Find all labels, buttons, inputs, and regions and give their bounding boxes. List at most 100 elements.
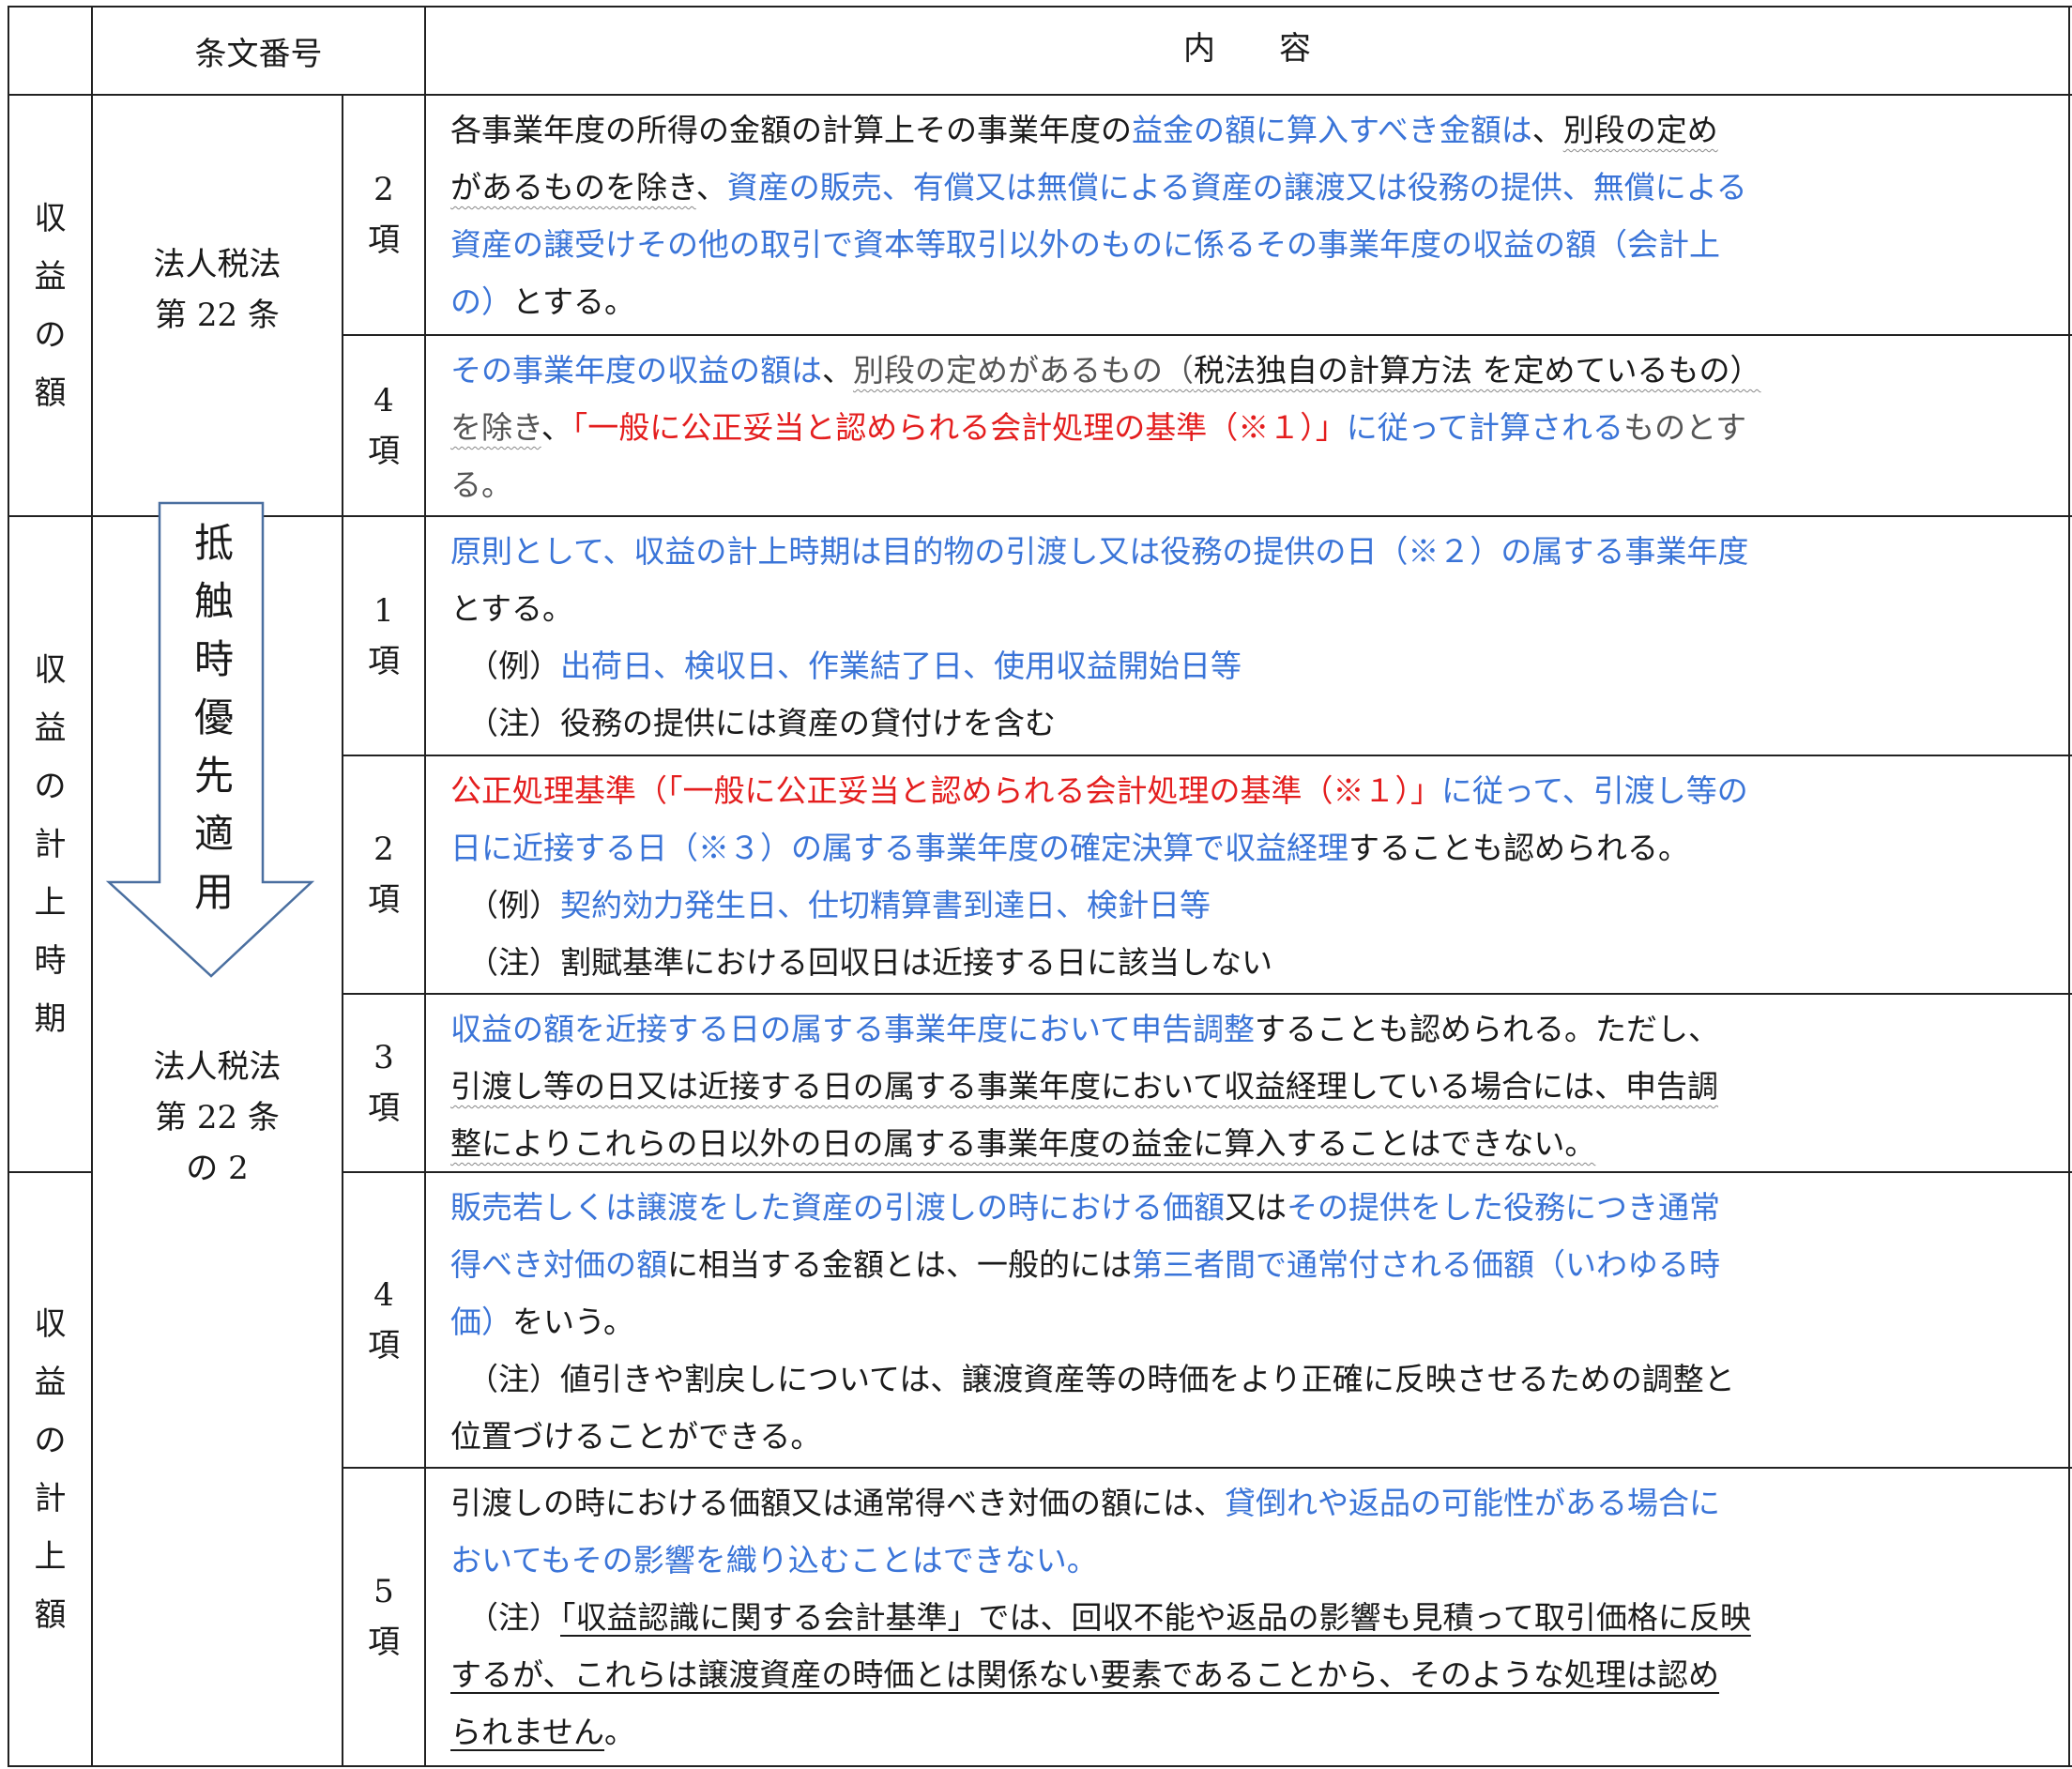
- text-segment: おいてもその影響を織り込むことはできない。: [450, 1542, 1098, 1578]
- text-segment: に相当する金額とは、一般的には: [667, 1246, 1132, 1283]
- text-segment: 出荷日、検収日、作業結了日、使用収益開始日等: [560, 648, 1242, 684]
- text-segment: 得べき対価の額: [450, 1246, 667, 1283]
- text-segment: 「一般に公正妥当と認められる会計処理の基準（※１）」: [571, 409, 1347, 446]
- content-line: その事業年度の収益の額は、別段の定めがあるもの（税法独自の計算方法 を定めている…: [450, 342, 2055, 399]
- content-line: （注）値引きや割戻しについては、譲渡資産等の時価をより正確に反映させるための調整…: [450, 1350, 2055, 1408]
- content-line: られません。: [450, 1703, 2055, 1761]
- content-line: 日に近接する日（※３）の属する事業年度の確定決算で収益経理することも認められる。: [450, 819, 2055, 877]
- paragraph-number: 5項: [368, 1573, 400, 1661]
- header-article-no: 条文番号: [194, 35, 323, 73]
- text-segment: （注）役務の提供には資産の貸付けを含む: [467, 705, 1056, 741]
- text-segment: を除き: [450, 409, 541, 446]
- paragraph-number: 4項: [368, 1275, 400, 1365]
- text-segment: 販売若しくは譲渡をした資産の引渡しの時における価額: [450, 1189, 1225, 1226]
- text-segment: 公正処理基準（「一般に公正妥当と認められる会計処理の基準（※１）」: [450, 772, 1441, 809]
- content-cell: 収益の額を近接する日の属する事業年度において申告調整することも認められる。ただし…: [426, 995, 2068, 1171]
- text-segment: 、: [1531, 112, 1563, 148]
- content-line: 得べき対価の額に相当する金額とは、一般的には第三者間で通常付される価額（いわゆる…: [450, 1236, 2055, 1293]
- content-cell: 各事業年度の所得の金額の計算上その事業年度の益金の額に算入すべき金額は、別段の定…: [426, 96, 2068, 334]
- text-segment: その提供をした役務につき通常: [1287, 1189, 1720, 1226]
- paragraph-number: 3項: [368, 1039, 400, 1127]
- text-segment: 、: [822, 352, 853, 389]
- content-line: の）とする。: [450, 273, 2055, 330]
- text-segment: とする。: [512, 283, 636, 320]
- text-segment: 別段の定め: [1562, 112, 1718, 148]
- text-segment: その事業年度の収益の額は: [450, 352, 822, 389]
- text-segment: 別段の定めがあるもの（: [853, 352, 1194, 389]
- text-segment: 位置づけることができる。: [450, 1418, 822, 1455]
- text-segment: 日に近接する日（※３）の属する事業年度の確定決算で収益経理: [450, 830, 1348, 866]
- table-border-bottom: [8, 1765, 2072, 1767]
- text-segment: 引渡し等の日又は近接する日の属する事業年度において収益経理している場合には、申告…: [450, 1068, 1719, 1105]
- text-segment: 各事業年度の所得の金額の計算上その事業年度の: [450, 112, 1132, 148]
- text-segment: 契約効力発生日、仕切精算書到達日、検針日等: [560, 887, 1211, 923]
- content-line: （例）出荷日、検収日、作業結了日、使用収益開始日等: [450, 637, 2055, 694]
- text-segment: （注）割賦基準における回収日は近接する日に該当しない: [467, 944, 1272, 981]
- article-22: 法人税法第 22 条: [153, 246, 282, 334]
- text-segment: 貸倒れや返品の可能性がある場合に: [1225, 1485, 1720, 1521]
- content-cell: 原則として、収益の計上時期は目的物の引渡し又は役務の提供の日（※２）の属する事業…: [426, 517, 2068, 755]
- paragraph-number: 2項: [368, 831, 400, 919]
- content-line: を除き、「一般に公正妥当と認められる会計処理の基準（※１）」に従って計算されるも…: [450, 399, 2055, 456]
- content-line: 引渡しの時における価額又は通常得べき対価の額には、貸倒れや返品の可能性がある場合…: [450, 1474, 2055, 1532]
- text-segment: （注）: [467, 1599, 560, 1636]
- content-cell: 販売若しくは譲渡をした資産の引渡しの時における価額又はその提供をした役務につき通…: [426, 1173, 2068, 1467]
- content-line: 原則として、収益の計上時期は目的物の引渡し又は役務の提供の日（※２）の属する事業…: [450, 523, 2055, 580]
- content-line: （注）割賦基準における回収日は近接する日に該当しない: [450, 934, 2055, 991]
- content-line: 資産の譲受けその他の取引で資本等取引以外のものに係るその事業年度の収益の額（会計…: [450, 216, 2055, 273]
- content-line: があるものを除き、資産の販売、有償又は無償による資産の譲渡又は役務の提供、無償に…: [450, 159, 2055, 216]
- content-line: とする。: [450, 580, 2055, 637]
- text-segment: することも認められる。ただし、: [1255, 1011, 1720, 1047]
- text-segment: に従って、引渡し等の: [1441, 772, 1748, 809]
- text-segment: 収益の額を近接する日の属する事業年度において申告調整: [450, 1011, 1256, 1047]
- text-segment: （注）値引きや割戻しについては、譲渡資産等の時価をより正確に反映させるための調整…: [467, 1361, 1735, 1397]
- paragraph-number: 1項: [368, 591, 400, 680]
- text-segment: することも認められる。: [1348, 830, 1689, 866]
- header-content: 内 容: [1183, 29, 1311, 68]
- content-cell: その事業年度の収益の額は、別段の定めがあるもの（税法独自の計算方法 を定めている…: [426, 336, 2068, 515]
- content-line: 整によりこれらの日以外の日の属する事業年度の益金に算入することはできない。: [450, 1115, 2055, 1172]
- text-segment: 、: [541, 409, 572, 446]
- text-segment: とする。: [450, 590, 574, 627]
- text-segment: （例）: [467, 648, 560, 684]
- text-segment: があるものを除き: [450, 169, 696, 206]
- text-segment: （例）: [467, 887, 560, 923]
- text-segment: られません: [450, 1714, 605, 1750]
- content-line: 公正処理基準（「一般に公正妥当と認められる会計処理の基準（※１）」に従って、引渡…: [450, 762, 2055, 819]
- content-cell: 引渡しの時における価額又は通常得べき対価の額には、貸倒れや返品の可能性がある場合…: [426, 1469, 2068, 1765]
- article-22-2: 法人税法第 22 条の 2: [153, 1048, 282, 1187]
- group-label-revenue-amount: 収益の額: [34, 199, 67, 412]
- text-segment: る。: [450, 466, 512, 503]
- content-line: 販売若しくは譲渡をした資産の引渡しの時における価額又はその提供をした役務につき通…: [450, 1179, 2055, 1236]
- content-line: （例）契約効力発生日、仕切精算書到達日、検針日等: [450, 877, 2055, 934]
- text-segment: 又は: [1225, 1189, 1287, 1226]
- text-segment: の）: [450, 283, 512, 320]
- content-line: （注）「収益認識に関する会計基準」では、回収不能や返品の影響も見積って取引価格に…: [450, 1589, 2055, 1646]
- arrow-label-priority: 抵触時優先適用: [193, 520, 234, 915]
- text-segment: 益金の額に算入すべき金額は: [1132, 112, 1532, 148]
- content-line: 収益の額を近接する日の属する事業年度において申告調整することも認められる。ただし…: [450, 1000, 2055, 1058]
- text-segment: 、: [695, 169, 727, 206]
- text-segment: するが、これらは譲渡資産の時価とは関係ない要素であることから、そのような処理は認…: [450, 1656, 1720, 1693]
- text-segment: 資産の譲受けその他の取引で資本等取引以外のものに係るその事業年度の収益の額（会計…: [450, 226, 1720, 263]
- content-line: る。: [450, 456, 2055, 513]
- text-segment: 資産の販売、有償又は無償による資産の譲渡又は役務の提供、無償による: [726, 169, 1747, 206]
- content-line: （注）役務の提供には資産の貸付けを含む: [450, 694, 2055, 752]
- text-segment: 整によりこれらの日以外の日の属する事業年度の益金に算入することはできない。: [450, 1125, 1596, 1162]
- text-segment: をいう。: [512, 1304, 635, 1340]
- content-line: 位置づけることができる。: [450, 1408, 2055, 1465]
- text-segment: に従って計算される: [1346, 409, 1624, 446]
- text-segment: 。: [604, 1714, 636, 1750]
- text-segment: ものとす: [1623, 409, 1747, 446]
- content-line: 各事業年度の所得の金額の計算上その事業年度の益金の額に算入すべき金額は、別段の定…: [450, 101, 2055, 159]
- paragraph-number: 4項: [368, 381, 400, 470]
- text-segment: 第三者間で通常付される価額（いわゆる時: [1132, 1246, 1720, 1283]
- text-segment: 引渡しの時における価額又は通常得べき対価の額には、: [450, 1485, 1225, 1521]
- content-line: 引渡し等の日又は近接する日の属する事業年度において収益経理している場合には、申告…: [450, 1058, 2055, 1115]
- text-segment: 「収益認識に関する会計基準」では、回収不能や返品の影響も見積って取引価格に反映: [560, 1599, 1751, 1636]
- content-line: 価）をいう。: [450, 1293, 2055, 1350]
- group-label-recognition-timing: 収益の計上時期: [34, 650, 67, 1038]
- paragraph-number: 2項: [368, 171, 400, 259]
- article-table: 条文番号 内 容 収益の額 収益の計上時期 収益の計上額 法人税法第 22 条 …: [0, 0, 2072, 1769]
- text-segment: 価）: [450, 1304, 512, 1340]
